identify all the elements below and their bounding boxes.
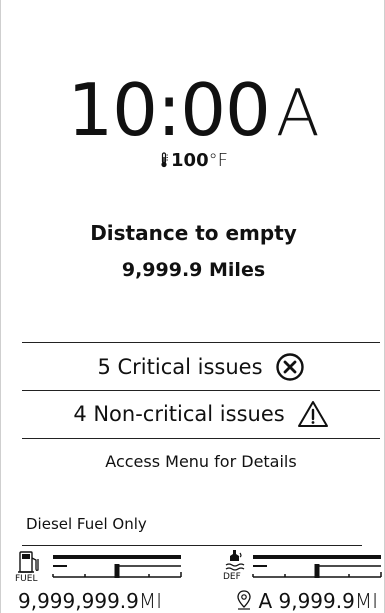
temperature-unit: °F <box>208 150 228 171</box>
def-range-unit: MI <box>354 589 378 613</box>
non-critical-issues-label: 4 Non-critical issues <box>73 402 285 426</box>
divider <box>22 342 380 343</box>
def-range: A 9,999.9MI <box>236 589 378 613</box>
temperature-value: 100 <box>171 150 209 171</box>
fuel-range: 9,999,999.9MI <box>18 589 162 613</box>
fuel-pump-icon: FUEL <box>15 550 45 584</box>
divider <box>22 545 362 546</box>
non-critical-issues-row[interactable]: 4 Non-critical issues <box>22 391 380 437</box>
critical-x-circle-icon <box>275 352 305 382</box>
def-range-value: 9,999.9 <box>278 589 355 613</box>
fuel-range-unit: MI <box>138 589 163 613</box>
fuel-type-note: Diesel Fuel Only <box>26 515 147 533</box>
critical-issues-label: 5 Critical issues <box>97 355 263 379</box>
fuel-range-value: 9,999,999.9 <box>18 589 139 613</box>
access-menu-hint: Access Menu for Details <box>105 452 297 471</box>
clock: 10:00A <box>1 70 385 154</box>
fuel-level-gauge <box>52 555 182 578</box>
outside-temperature: 100°F <box>1 150 385 172</box>
clock-ampm: A <box>275 77 320 151</box>
location-pin-icon <box>237 590 251 610</box>
distance-to-empty-value: 9,999.9 Miles <box>121 259 266 281</box>
fuel-gauge-label: FUEL <box>15 574 38 584</box>
divider <box>22 438 380 439</box>
clock-time: 10:00 <box>67 68 270 152</box>
def-gauge-label: DEF <box>223 572 241 582</box>
def-fluid-icon: DEF <box>223 548 253 582</box>
thermometer-icon <box>161 152 169 168</box>
distance-to-empty-label: Distance to empty <box>90 221 297 245</box>
def-level-gauge <box>252 555 382 578</box>
cluster-screen: 10:00A 100°F Distance to empty 9,999.9 M… <box>0 0 385 613</box>
def-range-prefix: A <box>258 589 273 613</box>
warning-triangle-icon <box>297 399 329 429</box>
critical-issues-row[interactable]: 5 Critical issues <box>22 344 380 390</box>
